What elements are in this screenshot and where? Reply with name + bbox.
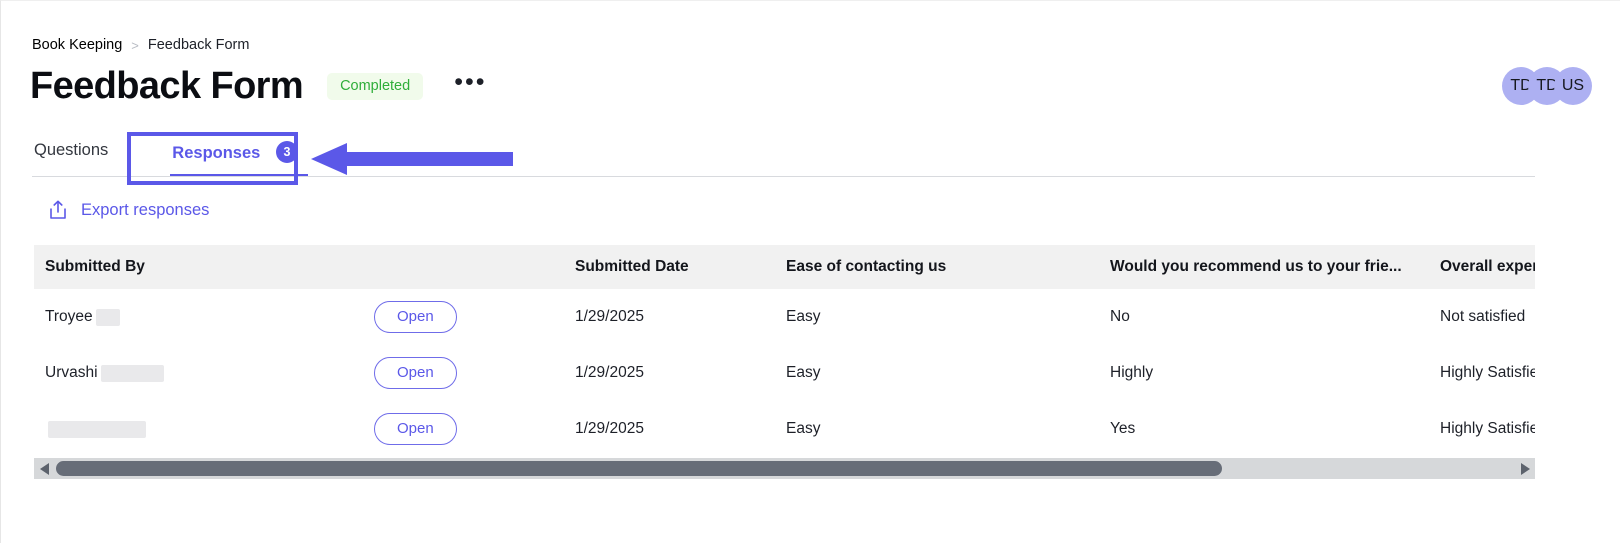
scrollbar-thumb[interactable] xyxy=(56,461,1222,476)
cell-submitted-by: Troyee xyxy=(34,308,374,326)
cell-submitted-by xyxy=(34,420,374,438)
breadcrumb-root[interactable]: Book Keeping xyxy=(32,37,122,53)
status-badge: Completed xyxy=(327,72,424,101)
tab-bar: Questions Responses 3 xyxy=(32,133,1535,177)
avatar-group: TD TD US xyxy=(1502,67,1592,105)
cell-ease-of-contacting: Easy xyxy=(786,420,821,437)
breadcrumb: Book Keeping > Feedback Form xyxy=(32,37,249,53)
scroll-left-arrow-icon[interactable] xyxy=(34,458,56,479)
cell-submitted-date: 1/29/2025 xyxy=(575,308,644,325)
more-options-icon[interactable]: ••• xyxy=(450,70,490,101)
column-header-overall-experience: Overall experience getting your goal a..… xyxy=(1440,258,1535,275)
open-response-button[interactable]: Open xyxy=(374,301,457,333)
cell-ease-of-contacting: Easy xyxy=(786,364,821,381)
redacted-name-block xyxy=(100,364,164,382)
open-response-button[interactable]: Open xyxy=(374,357,457,389)
cell-overall-experience: Highly Satisfied xyxy=(1440,364,1535,381)
cell-would-recommend: Yes xyxy=(1110,420,1136,437)
tab-responses-label: Responses xyxy=(172,144,261,162)
redacted-name-block xyxy=(48,420,146,438)
cell-submitted-date: 1/29/2025 xyxy=(575,420,644,437)
cell-overall-experience: Highly Satisfied xyxy=(1440,420,1535,437)
scrollbar-track[interactable] xyxy=(56,458,1513,479)
page-title: Feedback Form xyxy=(30,65,304,107)
title-row: Feedback Form Completed ••• xyxy=(30,65,490,108)
cell-open-action: Open xyxy=(374,301,575,333)
table-row: Troyee Open 1/29/2025 Easy No Not satisfied xyxy=(34,289,1535,345)
breadcrumb-separator-icon: > xyxy=(131,37,139,53)
tab-responses[interactable]: Responses 3 xyxy=(170,133,308,177)
submitted-by-name: Urvashi xyxy=(45,364,98,381)
tab-responses-count-badge: 3 xyxy=(275,141,298,163)
cell-open-action: Open xyxy=(374,413,575,445)
scroll-right-arrow-icon[interactable] xyxy=(1513,458,1535,479)
tab-questions-label: Questions xyxy=(34,141,109,159)
table-body: Troyee Open 1/29/2025 Easy No Not satisfied Ur… xyxy=(34,289,1535,450)
cell-submitted-date: 1/29/2025 xyxy=(575,364,644,381)
column-header-would-recommend: Would you recommend us to your frie... xyxy=(1110,258,1402,275)
share-upload-icon xyxy=(50,200,66,219)
table-row: Open 1/29/2025 Easy Yes Highly Satisfied xyxy=(34,401,1535,450)
tab-questions[interactable]: Questions xyxy=(32,133,110,174)
redacted-name-block xyxy=(95,308,120,326)
cell-overall-experience: Not satisfied xyxy=(1440,308,1526,325)
responses-table: Submitted By Submitted Date Ease of cont… xyxy=(34,245,1535,450)
cell-ease-of-contacting: Easy xyxy=(786,308,821,325)
cell-submitted-by: Urvashi xyxy=(34,364,374,382)
submitted-by-name: Troyee xyxy=(45,308,93,325)
cell-would-recommend: Highly xyxy=(1110,364,1154,381)
column-header-submitted-date: Submitted Date xyxy=(575,258,689,275)
table-row: Urvashi Open 1/29/2025 Easy Highly Highly Sat… xyxy=(34,345,1535,401)
feedback-form-page: Book Keeping > Feedback Form Feedback Fo… xyxy=(0,0,1620,543)
column-header-submitted-by: Submitted By xyxy=(45,258,145,275)
horizontal-scrollbar[interactable] xyxy=(34,458,1535,479)
column-header-ease-of-contacting: Ease of contacting us xyxy=(786,258,947,275)
table-header-row: Submitted By Submitted Date Ease of cont… xyxy=(34,245,1535,289)
cell-would-recommend: No xyxy=(1110,308,1130,325)
tab-bar-divider xyxy=(32,176,1535,177)
cell-open-action: Open xyxy=(374,357,575,389)
avatar[interactable]: US xyxy=(1554,67,1592,105)
open-response-button[interactable]: Open xyxy=(374,413,457,445)
export-responses-button[interactable]: Export responses xyxy=(49,200,209,220)
breadcrumb-current: Feedback Form xyxy=(147,37,250,53)
export-responses-label: Export responses xyxy=(81,200,210,219)
